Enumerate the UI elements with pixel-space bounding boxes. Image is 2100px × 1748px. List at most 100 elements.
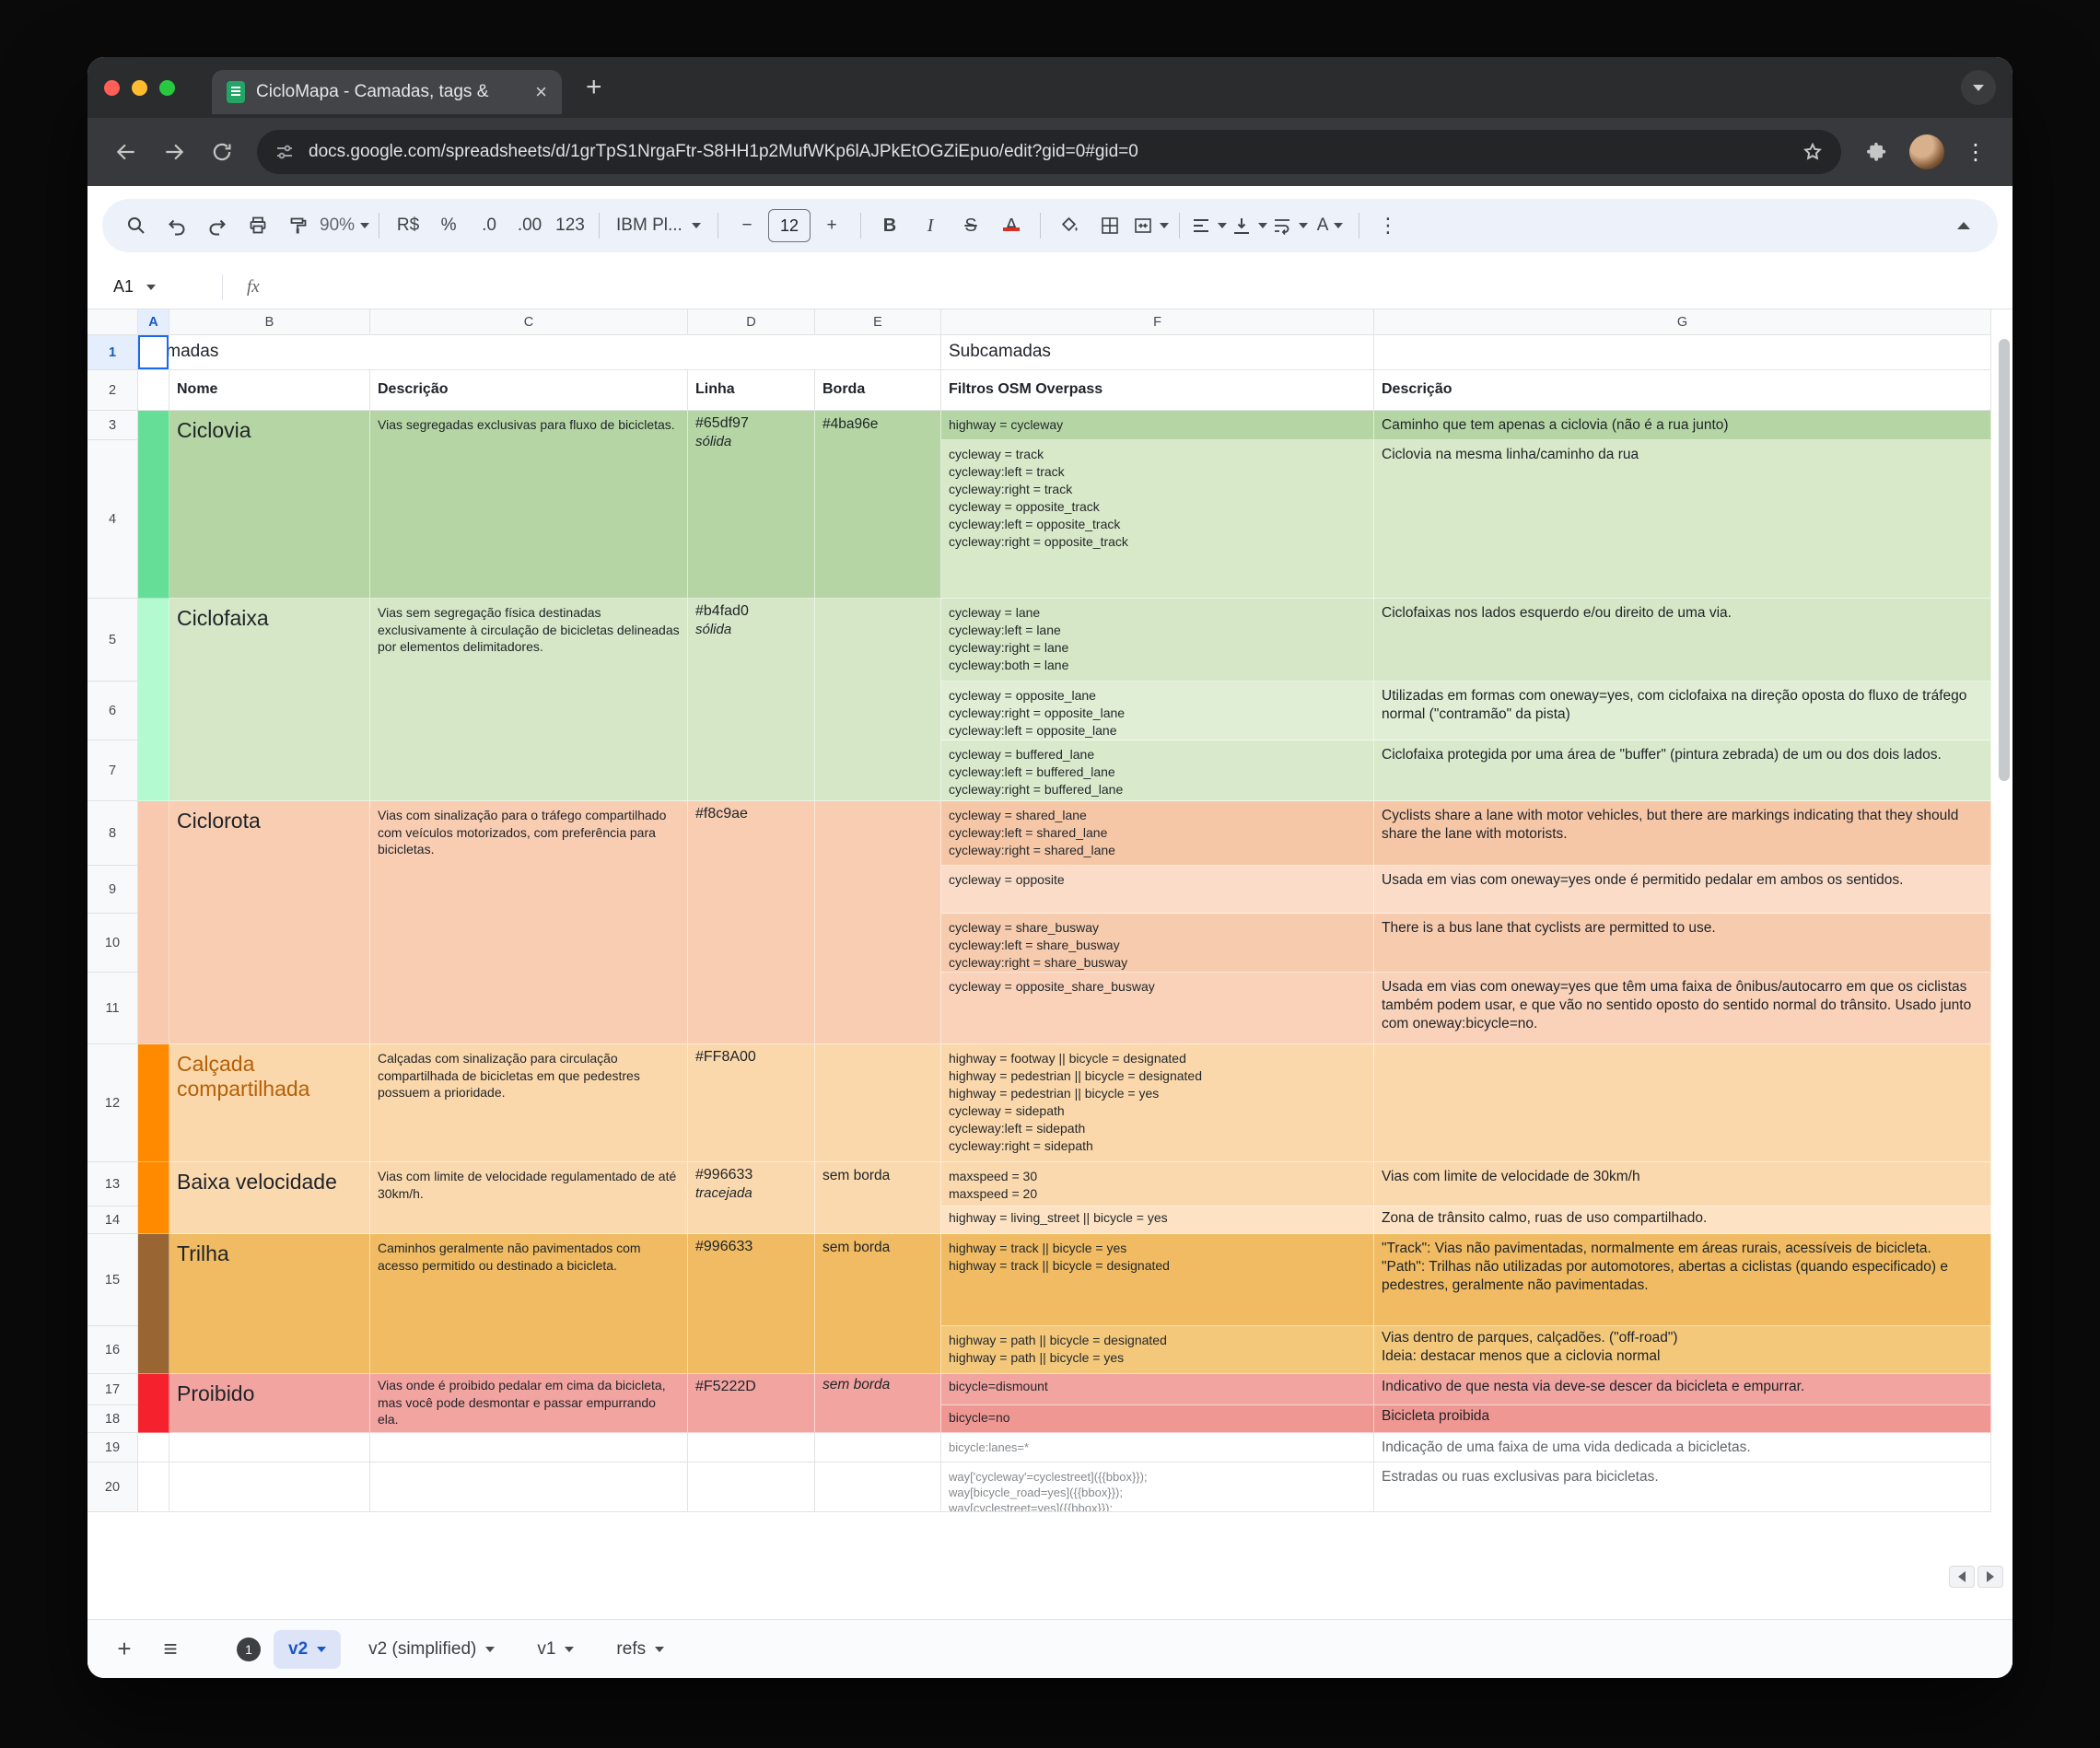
cell-layer-borda[interactable]: sem borda [815, 1374, 941, 1433]
row-header[interactable]: 8 [88, 801, 138, 866]
row-header[interactable]: 15 [88, 1234, 138, 1326]
close-window-button[interactable] [104, 80, 120, 96]
cell-osm-filter[interactable]: highway = path || bicycle = designated h… [941, 1326, 1374, 1374]
horizontal-align-button[interactable] [1189, 205, 1228, 246]
layer-color-strip-baixa-velocidade[interactable] [138, 1162, 169, 1234]
cell-header-filtros[interactable]: Filtros OSM Overpass [941, 370, 1374, 411]
sheet-tab-v2[interactable]: v2 [274, 1630, 341, 1669]
cell-layer-borda[interactable] [815, 1044, 941, 1162]
vertical-scrollbar[interactable] [1999, 339, 2010, 781]
cell-empty[interactable] [1374, 335, 1991, 370]
cell-layer-borda[interactable]: sem borda [815, 1234, 941, 1374]
cell-sub-desc[interactable]: Indicação de uma faixa de uma vida dedic… [1374, 1433, 1991, 1462]
cell-sub-desc[interactable]: Ciclofaixa protegida por uma área de "bu… [1374, 740, 1991, 801]
cell-layer-borda[interactable]: sem borda [815, 1162, 941, 1234]
cell-osm-filter[interactable]: highway = track || bicycle = yes highway… [941, 1234, 1374, 1326]
toolbar-search-button[interactable] [117, 205, 156, 246]
cell-sub-desc[interactable]: Vias com limite de velocidade de 30km/h [1374, 1162, 1991, 1206]
sheet-tab-v2-simplified[interactable]: v2 (simplified) [354, 1630, 509, 1669]
new-tab-button[interactable]: + [586, 72, 602, 103]
sheet-tab-refs[interactable]: refs [601, 1630, 679, 1669]
cell-empty[interactable] [138, 370, 169, 411]
decrease-decimal-button[interactable]: .0 [470, 205, 508, 246]
url-text[interactable]: docs.google.com/spreadsheets/d/1grTpS1Nr… [309, 142, 1788, 162]
zoom-select[interactable]: 90% [320, 205, 369, 246]
cell-sub-desc[interactable]: There is a bus lane that cyclists are pe… [1374, 914, 1991, 973]
text-rotation-button[interactable]: A [1311, 205, 1349, 246]
cell-layer-borda[interactable] [815, 599, 941, 801]
cell-layer-borda[interactable] [815, 801, 941, 1044]
bold-button[interactable]: B [870, 205, 909, 246]
format-currency-button[interactable]: R$ [389, 205, 427, 246]
column-header[interactable]: B [169, 309, 370, 335]
row-header[interactable]: 4 [88, 440, 138, 599]
cell-sub-desc[interactable]: Usada em vias com oneway=yes que têm uma… [1374, 973, 1991, 1044]
cell-osm-filter[interactable]: cycleway = opposite_share_busway [941, 973, 1374, 1044]
layer-color-strip-proibido[interactable] [138, 1374, 169, 1433]
row-header[interactable]: 6 [88, 682, 138, 740]
cell-empty[interactable] [138, 1462, 169, 1512]
add-sheet-button[interactable]: + [108, 1635, 141, 1663]
cell-header-descricao[interactable]: Descrição [370, 370, 688, 411]
fullscreen-window-button[interactable] [159, 80, 175, 96]
row-header[interactable]: 13 [88, 1162, 138, 1206]
row-header[interactable]: 19 [88, 1433, 138, 1462]
cell-osm-filter[interactable]: cycleway = opposite [941, 866, 1374, 914]
cell-sub-desc[interactable]: Bicicleta proibida [1374, 1405, 1991, 1433]
row-header[interactable]: 9 [88, 866, 138, 914]
row-header[interactable]: 2 [88, 370, 138, 411]
row-header[interactable]: 7 [88, 740, 138, 801]
layer-color-strip-ciclofaixa[interactable] [138, 599, 169, 801]
cell-sub-desc[interactable]: Indicativo de que nesta via deve-se desc… [1374, 1374, 1991, 1405]
row-header[interactable]: 5 [88, 599, 138, 682]
row-header[interactable]: 3 [88, 411, 138, 440]
cell-layer-desc[interactable]: Vias onde é proibido pedalar em cima da … [370, 1374, 688, 1433]
cell-osm-filter[interactable]: bicycle=no [941, 1405, 1374, 1433]
cell-empty[interactable] [370, 1462, 688, 1512]
cell-layer-desc[interactable]: Calçadas com sinalização para circulação… [370, 1044, 688, 1162]
cell-layer-linha[interactable]: #996633 [688, 1234, 815, 1374]
select-all-corner[interactable] [88, 309, 138, 335]
cell-osm-filter[interactable]: highway = cycleway [941, 411, 1374, 440]
profile-avatar[interactable] [1909, 134, 1944, 169]
cell-sub-desc[interactable]: Caminho que tem apenas a ciclovia (não é… [1374, 411, 1991, 440]
cell-layer-name[interactable]: Ciclovia [169, 411, 370, 599]
cell-layer-borda[interactable]: #4ba96e [815, 411, 941, 599]
cell-layer-linha[interactable]: #F5222D [688, 1374, 815, 1433]
cell-layer-name[interactable]: Baixa velocidade [169, 1162, 370, 1234]
cell-empty[interactable] [370, 1433, 688, 1462]
cell-layer-linha[interactable]: #996633 tracejada [688, 1162, 815, 1234]
cell-sub-desc[interactable] [1374, 1044, 1991, 1162]
cell-osm-filter[interactable]: highway = footway || bicycle = designate… [941, 1044, 1374, 1162]
increase-font-size-button[interactable]: + [812, 205, 851, 246]
toolbar-more-button[interactable]: ⋮ [1369, 205, 1407, 246]
cell-osm-filter[interactable]: cycleway = track cycleway:left = track c… [941, 440, 1374, 599]
row-header[interactable]: 12 [88, 1044, 138, 1162]
back-button[interactable] [106, 132, 146, 172]
cell-empty[interactable] [169, 1462, 370, 1512]
cell-layer-name[interactable]: Proibido [169, 1374, 370, 1433]
reload-button[interactable] [202, 132, 242, 172]
row-header[interactable]: 11 [88, 973, 138, 1044]
cell-osm-filter[interactable]: cycleway = lane cycleway:left = lane cyc… [941, 599, 1374, 682]
column-header[interactable]: F [941, 309, 1374, 335]
column-header[interactable]: A [138, 309, 169, 335]
address-bar[interactable]: docs.google.com/spreadsheets/d/1grTpS1Nr… [257, 130, 1841, 174]
row-header[interactable]: 20 [88, 1462, 138, 1512]
cell-layer-linha[interactable]: #65df97 sólida [688, 411, 815, 599]
cell-osm-filter[interactable]: way['cycleway'=cyclestreet]({{bbox}}); w… [941, 1462, 1374, 1512]
layer-color-strip-ciclorota[interactable] [138, 801, 169, 1044]
paint-format-button[interactable] [279, 205, 318, 246]
decrease-font-size-button[interactable]: − [728, 205, 766, 246]
cell-camadas-header[interactable]: Camadas [138, 335, 941, 370]
column-header[interactable]: E [815, 309, 941, 335]
cell-header-descricao2[interactable]: Descrição [1374, 370, 1991, 411]
cell-empty[interactable] [169, 1433, 370, 1462]
more-formats-button[interactable]: 123 [551, 205, 589, 246]
text-color-button[interactable]: A [992, 205, 1031, 246]
cell-osm-filter[interactable]: cycleway = shared_lane cycleway:left = s… [941, 801, 1374, 866]
redo-button[interactable] [198, 205, 237, 246]
cell-sub-desc[interactable]: Usada em vias com oneway=yes onde é perm… [1374, 866, 1991, 914]
all-sheets-button[interactable]: ≡ [154, 1635, 187, 1663]
fill-color-button[interactable] [1050, 205, 1089, 246]
